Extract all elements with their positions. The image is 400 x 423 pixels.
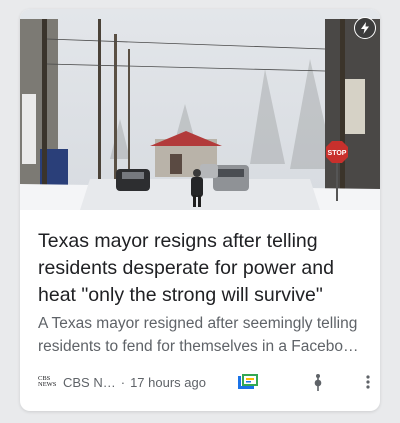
- more-vert-icon[interactable]: [363, 371, 373, 393]
- stop-sign-text: STOP: [328, 150, 347, 157]
- separator: ·: [120, 374, 126, 390]
- article-headline[interactable]: Texas mayor resigns after telling reside…: [38, 228, 368, 309]
- article-snippet: A Texas mayor resigned after seemingly t…: [38, 315, 359, 355]
- article-image[interactable]: STOP: [20, 9, 380, 210]
- publish-time: 17 hours ago: [130, 374, 206, 390]
- source-logo: CBS NEWS: [38, 375, 57, 389]
- article-footer: CBS NEWS CBS N… · 17 hours ago: [38, 371, 370, 393]
- full-coverage-icon[interactable]: [237, 371, 259, 393]
- news-card[interactable]: STOP Texas mayor resigns after telling r…: [20, 9, 380, 411]
- source-name[interactable]: CBS N…: [63, 375, 116, 390]
- source-logo-line-2: NEWS: [38, 381, 57, 388]
- lightning-bolt-icon: [354, 17, 376, 39]
- share-icon[interactable]: [310, 371, 326, 393]
